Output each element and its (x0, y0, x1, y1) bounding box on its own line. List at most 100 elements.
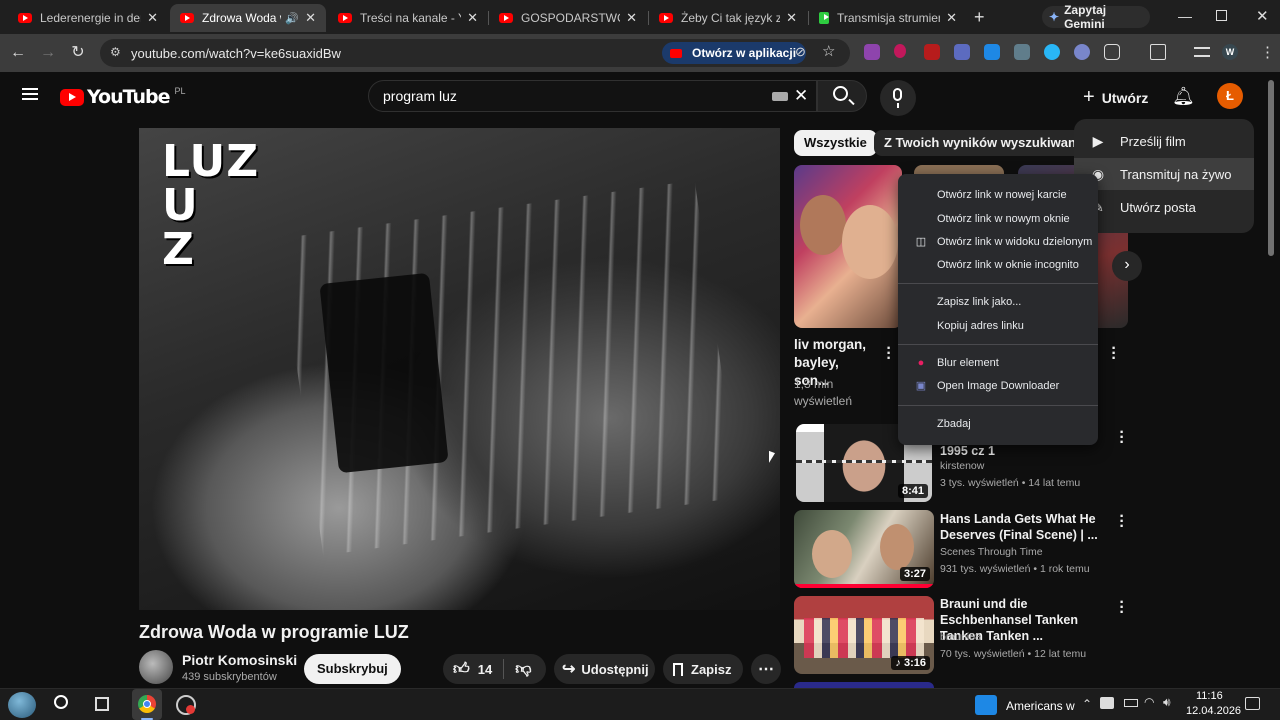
search-button[interactable] (817, 80, 867, 112)
browser-menu-icon[interactable]: ⋮ (1260, 43, 1275, 61)
hamburger-menu-icon[interactable] (22, 88, 38, 100)
go-live-item[interactable]: ◉ Transmituj na żywo (1074, 158, 1254, 190)
clear-search-icon[interactable]: ✕ (794, 86, 808, 106)
share-button[interactable]: ↪ Udostępnij (554, 654, 655, 684)
like-count[interactable]: 14 (478, 662, 492, 677)
close-tab-icon[interactable]: ✕ (305, 10, 316, 26)
chip-all[interactable]: Wszystkie (794, 130, 877, 156)
clock-time[interactable]: 11:16 (1196, 690, 1223, 702)
more-options-icon[interactable]: · · · (1119, 425, 1125, 451)
minimize-window-icon[interactable]: — (1178, 8, 1192, 24)
ctx-open-split-view[interactable]: ◫ Otwórz link w widoku dzielonym (898, 231, 1098, 253)
new-tab-button[interactable]: + (974, 7, 985, 28)
account-avatar[interactable]: Ł (1217, 83, 1243, 109)
channel-avatar[interactable] (139, 650, 173, 684)
chrome-taskbar-button[interactable] (132, 689, 162, 720)
app-taskbar-icon[interactable] (176, 695, 196, 715)
create-button[interactable]: + Utwórz (1083, 86, 1148, 109)
ctx-open-incognito[interactable]: Otwórz link w oknie incognito (898, 254, 1098, 276)
tray-app-icon[interactable] (1100, 697, 1114, 709)
short-thumbnail[interactable] (794, 165, 902, 328)
youtube-logo[interactable]: YouTube PL (60, 86, 186, 108)
more-options-icon[interactable]: · · · (1119, 509, 1125, 535)
reload-icon[interactable]: ↻ (68, 43, 88, 63)
keyboard-icon[interactable] (772, 92, 788, 101)
video-channel[interactable]: brauni68 (940, 631, 981, 643)
news-widget-icon[interactable] (975, 695, 997, 715)
back-arrow-icon[interactable]: ← (8, 43, 28, 63)
task-view-icon[interactable] (95, 697, 109, 711)
tab-search-icon[interactable] (1150, 44, 1166, 60)
close-tab-icon[interactable]: ✕ (467, 10, 478, 26)
ctx-copy-link-address[interactable]: Kopiuj adres linku (898, 315, 1098, 337)
close-tab-icon[interactable]: ✕ (626, 10, 637, 26)
close-tab-icon[interactable]: ✕ (786, 10, 797, 26)
address-bar[interactable]: ⚙ youtube.com/watch?v=ke6suaxidBw Otwórz… (100, 39, 850, 67)
upload-video-item[interactable]: ▶ Prześlij film (1074, 125, 1254, 157)
shorts-next-arrow-icon[interactable]: › (1112, 251, 1142, 281)
tray-chevron-up-icon[interactable]: ⌃ (1082, 697, 1092, 711)
ctx-inspect[interactable]: Zbadaj (898, 413, 1098, 435)
ctx-open-new-window[interactable]: Otwórz link w nowym oknie (898, 208, 1098, 230)
site-info-icon[interactable]: ⚙ (110, 45, 121, 59)
extension-icon[interactable] (1074, 44, 1090, 60)
video-title[interactable]: Hans Landa Gets What He Deserves (Final … (940, 511, 1100, 543)
blur-extension-icon[interactable] (894, 44, 906, 58)
bookmark-star-icon[interactable]: ☆ (822, 42, 835, 60)
ctx-open-new-tab[interactable]: Otwórz link w nowej karcie (898, 184, 1098, 206)
forward-arrow-icon[interactable]: → (38, 43, 58, 63)
more-options-icon[interactable]: · · · (1119, 595, 1125, 621)
close-window-icon[interactable]: ✕ (1256, 7, 1269, 25)
download-extension-icon[interactable] (864, 44, 880, 60)
video-title[interactable]: 1995 cz 1 (940, 443, 1100, 459)
extension-icon[interactable] (984, 44, 1000, 60)
weather-widget-icon[interactable] (8, 692, 36, 718)
ctx-blur-element[interactable]: ● Blur element (898, 352, 1098, 374)
channel-name[interactable]: Piotr Komosinski (182, 652, 297, 668)
ublock-icon[interactable] (924, 44, 940, 60)
browser-tab[interactable]: Transmisja strumieniow ✕ (809, 4, 967, 32)
voice-search-button[interactable] (880, 80, 916, 116)
close-tab-icon[interactable]: ✕ (946, 10, 957, 26)
browser-tab[interactable]: Żeby Ci tak język zardz ✕ (649, 4, 807, 32)
gemini-button[interactable]: ✦ Zapytaj Gemini (1042, 3, 1150, 31)
clock-date[interactable]: 12.04.2026 (1186, 705, 1241, 717)
search-icon[interactable] (54, 695, 68, 709)
more-actions-icon[interactable]: ⋯ (751, 654, 781, 684)
dislike-thumb-icon[interactable]: 👎︎ (515, 660, 531, 679)
video-thumbnail[interactable]: ♪ 3:16 (794, 596, 934, 674)
extensions-puzzle-icon[interactable] (1104, 44, 1120, 60)
browser-tab[interactable]: Treści na kanale - YouT ✕ (328, 4, 488, 32)
open-in-app-button[interactable]: Otwórz w aplikacji (662, 42, 807, 64)
more-options-icon[interactable]: · · · (886, 341, 892, 367)
speaker-icon[interactable]: 🔊 (285, 12, 299, 25)
volume-icon[interactable]: 🔊︎ (1163, 695, 1171, 710)
video-thumbnail[interactable]: 3:27 (794, 510, 934, 588)
ctx-image-downloader[interactable]: ▣ Open Image Downloader (898, 375, 1098, 397)
like-thumb-icon[interactable]: 👍︎ (453, 660, 470, 679)
notification-center-icon[interactable] (1245, 697, 1260, 710)
shield-icon[interactable] (1014, 44, 1030, 60)
close-tab-icon[interactable]: ✕ (147, 10, 158, 26)
eye-slash-icon[interactable]: ⊘ (795, 44, 806, 60)
create-post-item[interactable]: ✎ Utwórz posta (1074, 191, 1254, 223)
ctx-save-link-as[interactable]: Zapisz link jako... (898, 291, 1098, 313)
video-player[interactable]: LUZ U Z (139, 128, 780, 610)
browser-tab-active[interactable]: Zdrowa Woda w pr 🔊 ✕ (170, 4, 326, 32)
chip-from-search[interactable]: Z Twoich wyników wyszukiwania (874, 130, 1097, 156)
search-input[interactable]: program luz ✕ (368, 80, 817, 112)
wifi-icon[interactable]: ◠ (1144, 695, 1154, 709)
page-scrollbar[interactable] (1268, 80, 1274, 256)
maximize-window-icon[interactable] (1216, 10, 1227, 21)
more-options-icon[interactable]: · · · (1111, 341, 1117, 367)
battery-icon[interactable] (1124, 699, 1138, 707)
image-downloader-icon[interactable] (954, 44, 970, 60)
browser-tab[interactable]: Lederenergie in der W ✕ (8, 4, 168, 32)
profile-avatar-icon[interactable]: W (1222, 44, 1238, 60)
extension-icon[interactable] (1044, 44, 1060, 60)
video-channel[interactable]: Scenes Through Time (940, 546, 1043, 558)
reading-list-icon[interactable] (1194, 47, 1210, 57)
subscribe-button[interactable]: Subskrybuj (304, 654, 401, 684)
news-widget-text[interactable]: Americans w (1006, 699, 1075, 713)
notifications-bell-icon[interactable]: 🔔︎ (1172, 86, 1195, 107)
